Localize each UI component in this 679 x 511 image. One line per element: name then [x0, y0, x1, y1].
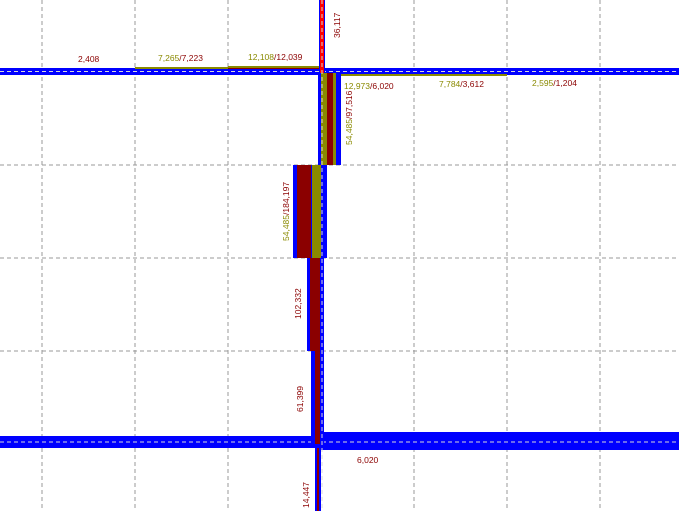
label-v2: 54,485/184,197	[281, 182, 291, 241]
label-w1: 2,408	[78, 54, 100, 64]
label-bottom-s: 14,447	[301, 482, 311, 508]
label-top-n: 36,117	[332, 12, 342, 38]
label-v3: 102,332	[293, 288, 303, 319]
traffic-flow-map: 36,117 2,408 7,265/7,223 12,108/12,039 1…	[0, 0, 679, 511]
label-w3: 12,108/12,039	[248, 52, 303, 62]
label-v1: 54,485/97,516	[344, 90, 354, 145]
label-e1: 12,973/6,020	[344, 81, 394, 91]
label-e3: 2,595/1,204	[532, 78, 577, 88]
label-bottom-e: 6,020	[357, 455, 379, 465]
label-v4: 61,399	[295, 386, 305, 412]
label-e2: 7,784/3,612	[439, 79, 484, 89]
label-w2: 7,265/7,223	[158, 53, 203, 63]
